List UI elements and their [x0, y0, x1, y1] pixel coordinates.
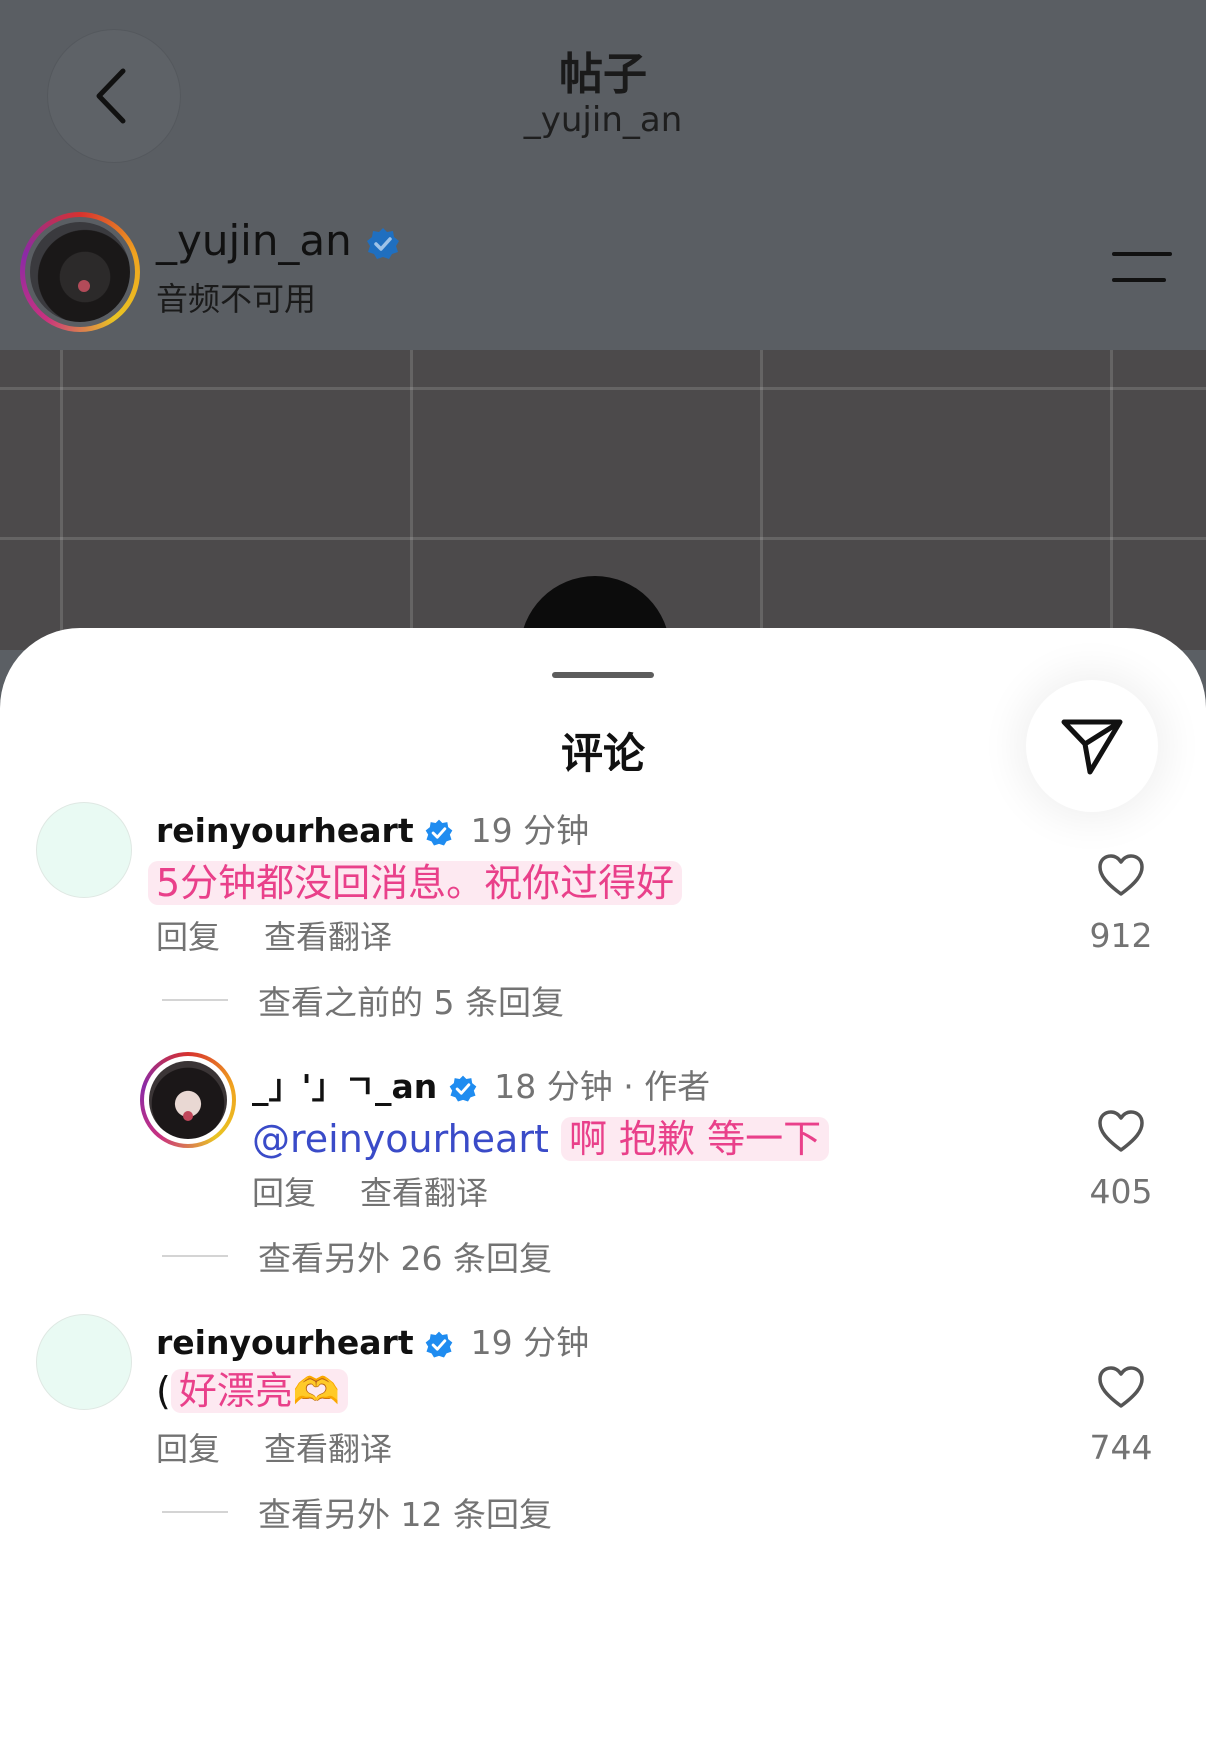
like-count: 912	[1089, 916, 1153, 955]
like-button[interactable]: 912	[1066, 852, 1176, 955]
commenter-avatar[interactable]	[36, 802, 132, 898]
top-bar: 帖子 _yujin_an _yujin_an 音频不可用	[0, 0, 1206, 350]
sheet-grabber[interactable]	[552, 672, 654, 678]
like-count: 744	[1089, 1428, 1153, 1467]
comment-time: 19 分钟	[470, 811, 590, 850]
verified-badge-icon	[449, 1075, 477, 1101]
verified-badge-icon	[425, 819, 453, 845]
author-reply-avatar[interactable]	[140, 1052, 236, 1148]
reply-button[interactable]: 回复	[156, 918, 220, 956]
send-icon	[1061, 719, 1123, 775]
translate-button[interactable]: 查看翻译	[264, 1430, 392, 1468]
post-author-row: _yujin_an 音频不可用	[20, 212, 1186, 332]
like-count: 405	[1089, 1172, 1153, 1211]
share-button[interactable]	[1026, 680, 1158, 812]
comment-text: 5分钟都没回消息。祝你过得好	[148, 861, 683, 905]
comment-time: 19 分钟	[470, 1323, 590, 1362]
comment-text: 好漂亮🫶	[170, 1369, 349, 1413]
page-title: 帖子	[559, 49, 647, 100]
view-replies-label: 查看之前的 5 条回复	[258, 983, 564, 1022]
view-replies-button[interactable]: 查看另外 12 条回复	[162, 1488, 552, 1536]
heart-icon	[1098, 854, 1144, 896]
view-replies-button[interactable]: 查看之前的 5 条回复	[162, 976, 564, 1024]
heart-icon	[1098, 1110, 1144, 1152]
like-button[interactable]: 744	[1066, 1364, 1176, 1467]
like-button[interactable]: 405	[1066, 1108, 1176, 1211]
reply-button[interactable]: 回复	[156, 1430, 220, 1468]
comment-time: 18 分钟 · 作者	[494, 1067, 711, 1106]
commenter-avatar[interactable]	[36, 1314, 132, 1410]
post-photo	[0, 350, 1206, 650]
menu-icon[interactable]	[1110, 248, 1174, 288]
commenter-username[interactable]: reinyourheart	[156, 811, 414, 850]
heart-icon	[1098, 1366, 1144, 1408]
author-avatar[interactable]	[20, 212, 140, 332]
comment-text-prefix: (	[156, 1369, 171, 1413]
view-replies-label: 查看另外 26 条回复	[258, 1239, 552, 1278]
translate-button[interactable]: 查看翻译	[264, 918, 392, 956]
commenter-username[interactable]: _」'」ㄱ_an	[252, 1067, 437, 1106]
mention-link[interactable]: @reinyourheart	[252, 1117, 549, 1161]
sheet-title: 评论	[560, 729, 645, 778]
comments-sheet: 评论 reinyourheart 19 分钟 5分钟都没回消息。祝你过得好 回复…	[0, 628, 1206, 1762]
view-replies-button[interactable]: 查看另外 26 条回复	[162, 1232, 552, 1280]
reply-button[interactable]: 回复	[252, 1174, 316, 1212]
commenter-username[interactable]: reinyourheart	[156, 1323, 414, 1362]
translate-button[interactable]: 查看翻译	[360, 1174, 488, 1212]
verified-badge-icon	[367, 227, 400, 259]
comment-text: 啊 抱歉 等一下	[560, 1117, 830, 1161]
page-subtitle: _yujin_an	[523, 100, 683, 140]
verified-badge-icon	[425, 1331, 453, 1357]
author-username[interactable]: _yujin_an	[156, 216, 352, 265]
view-replies-label: 查看另外 12 条回复	[258, 1495, 552, 1534]
audio-status: 音频不可用	[156, 280, 317, 318]
